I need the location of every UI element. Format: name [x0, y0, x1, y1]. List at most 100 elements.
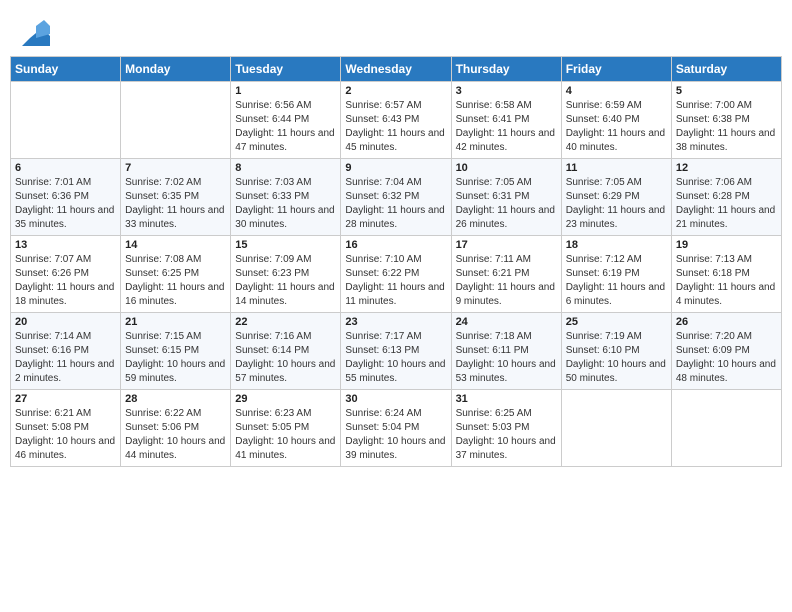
day-info: Sunrise: 7:10 AMSunset: 6:22 PMDaylight:…: [345, 253, 446, 309]
day-number: 13: [15, 239, 116, 251]
calendar-cell: 3 Sunrise: 6:58 AMSunset: 6:41 PMDaylight…: [451, 82, 561, 159]
day-info: Sunrise: 7:14 AMSunset: 6:16 PMDaylight:…: [15, 330, 116, 386]
calendar-cell: 21Sunrise: 7:15 AMSunset: 6:15 PMDayligh…: [121, 313, 231, 390]
day-info: Sunrise: 6:56 AMSunset: 6:44 PMDaylight:…: [235, 99, 336, 155]
calendar-cell: 23 Sunrise: 7:17 AMSunset: 6:13 PMDayligh…: [341, 313, 451, 390]
weekday-header: Monday: [121, 57, 231, 82]
day-number: 2: [345, 85, 446, 97]
day-info: Sunrise: 6:23 AMSunset: 5:05 PMDaylight:…: [235, 407, 336, 463]
calendar-cell: 6Sunrise: 7:01 AMSunset: 6:36 PMDaylight…: [11, 159, 121, 236]
day-number: 25: [566, 316, 667, 328]
logo: [20, 18, 50, 46]
day-number: 14: [125, 239, 226, 251]
calendar-table: SundayMondayTuesdayWednesdayThursdayFrid…: [10, 56, 782, 467]
day-number: 22: [235, 316, 336, 328]
calendar-cell: 5Sunrise: 7:00 AMSunset: 6:38 PMDaylight…: [671, 82, 781, 159]
day-number: 16: [345, 239, 446, 251]
day-number: 11: [566, 162, 667, 174]
day-info: Sunrise: 7:03 AMSunset: 6:33 PMDaylight:…: [235, 176, 336, 232]
calendar-cell: 8Sunrise: 7:03 AMSunset: 6:33 PMDaylight…: [231, 159, 341, 236]
calendar-cell: 1 Sunrise: 6:56 AMSunset: 6:44 PMDaylight…: [231, 82, 341, 159]
day-info: Sunrise: 6:57 AMSunset: 6:43 PMDaylight:…: [345, 99, 446, 155]
calendar-week-row: 13 Sunrise: 7:07 AMSunset: 6:26 PMDayligh…: [11, 236, 782, 313]
calendar-cell: [11, 82, 121, 159]
calendar-cell: 11 Sunrise: 7:05 AMSunset: 6:29 PMDayligh…: [561, 159, 671, 236]
day-info: Sunrise: 7:05 AMSunset: 6:31 PMDaylight:…: [456, 176, 557, 232]
calendar-cell: 18 Sunrise: 7:12 AMSunset: 6:19 PMDayligh…: [561, 236, 671, 313]
calendar-cell: 24Sunrise: 7:18 AMSunset: 6:11 PMDayligh…: [451, 313, 561, 390]
calendar-cell: [121, 82, 231, 159]
day-number: 26: [676, 316, 777, 328]
calendar-cell: 14 Sunrise: 7:08 AMSunset: 6:25 PMDayligh…: [121, 236, 231, 313]
calendar-week-row: 6Sunrise: 7:01 AMSunset: 6:36 PMDaylight…: [11, 159, 782, 236]
calendar-cell: 12 Sunrise: 7:06 AMSunset: 6:28 PMDayligh…: [671, 159, 781, 236]
day-number: 23: [345, 316, 446, 328]
day-info: Sunrise: 7:04 AMSunset: 6:32 PMDaylight:…: [345, 176, 446, 232]
calendar-cell: 27 Sunrise: 6:21 AMSunset: 5:08 PMDayligh…: [11, 390, 121, 467]
calendar-cell: 29 Sunrise: 6:23 AMSunset: 5:05 PMDayligh…: [231, 390, 341, 467]
weekday-header: Friday: [561, 57, 671, 82]
day-info: Sunrise: 7:13 AMSunset: 6:18 PMDaylight:…: [676, 253, 777, 309]
calendar-cell: 20 Sunrise: 7:14 AMSunset: 6:16 PMDayligh…: [11, 313, 121, 390]
day-number: 27: [15, 393, 116, 405]
day-info: Sunrise: 7:20 AMSunset: 6:09 PMDaylight:…: [676, 330, 777, 386]
day-info: Sunrise: 6:25 AMSunset: 5:03 PMDaylight:…: [456, 407, 557, 463]
day-number: 17: [456, 239, 557, 251]
day-number: 18: [566, 239, 667, 251]
day-info: Sunrise: 6:59 AMSunset: 6:40 PMDaylight:…: [566, 99, 667, 155]
day-info: Sunrise: 7:15 AMSunset: 6:15 PMDaylight:…: [125, 330, 226, 386]
day-number: 12: [676, 162, 777, 174]
day-info: Sunrise: 6:22 AMSunset: 5:06 PMDaylight:…: [125, 407, 226, 463]
day-number: 1: [235, 85, 336, 97]
calendar-cell: 26 Sunrise: 7:20 AMSunset: 6:09 PMDayligh…: [671, 313, 781, 390]
day-number: 29: [235, 393, 336, 405]
page-header: [10, 10, 782, 52]
calendar-cell: 4 Sunrise: 6:59 AMSunset: 6:40 PMDaylight…: [561, 82, 671, 159]
weekday-header: Wednesday: [341, 57, 451, 82]
day-info: Sunrise: 7:16 AMSunset: 6:14 PMDaylight:…: [235, 330, 336, 386]
calendar-cell: 19 Sunrise: 7:13 AMSunset: 6:18 PMDayligh…: [671, 236, 781, 313]
calendar-cell: 22 Sunrise: 7:16 AMSunset: 6:14 PMDayligh…: [231, 313, 341, 390]
day-info: Sunrise: 7:05 AMSunset: 6:29 PMDaylight:…: [566, 176, 667, 232]
logo-icon: [22, 18, 50, 46]
day-info: Sunrise: 7:00 AMSunset: 6:38 PMDaylight:…: [676, 99, 777, 155]
calendar-week-row: 1 Sunrise: 6:56 AMSunset: 6:44 PMDaylight…: [11, 82, 782, 159]
day-number: 31: [456, 393, 557, 405]
calendar-cell: 31 Sunrise: 6:25 AMSunset: 5:03 PMDayligh…: [451, 390, 561, 467]
day-info: Sunrise: 6:21 AMSunset: 5:08 PMDaylight:…: [15, 407, 116, 463]
day-info: Sunrise: 7:09 AMSunset: 6:23 PMDaylight:…: [235, 253, 336, 309]
calendar-cell: 17 Sunrise: 7:11 AMSunset: 6:21 PMDayligh…: [451, 236, 561, 313]
calendar-week-row: 20 Sunrise: 7:14 AMSunset: 6:16 PMDayligh…: [11, 313, 782, 390]
calendar-cell: [561, 390, 671, 467]
day-info: Sunrise: 7:17 AMSunset: 6:13 PMDaylight:…: [345, 330, 446, 386]
calendar-cell: 30 Sunrise: 6:24 AMSunset: 5:04 PMDayligh…: [341, 390, 451, 467]
day-info: Sunrise: 6:58 AMSunset: 6:41 PMDaylight:…: [456, 99, 557, 155]
calendar-cell: 16 Sunrise: 7:10 AMSunset: 6:22 PMDayligh…: [341, 236, 451, 313]
calendar-cell: 13 Sunrise: 7:07 AMSunset: 6:26 PMDayligh…: [11, 236, 121, 313]
day-info: Sunrise: 7:12 AMSunset: 6:19 PMDaylight:…: [566, 253, 667, 309]
calendar-cell: 28Sunrise: 6:22 AMSunset: 5:06 PMDayligh…: [121, 390, 231, 467]
day-number: 3: [456, 85, 557, 97]
calendar-cell: 7 Sunrise: 7:02 AMSunset: 6:35 PMDaylight…: [121, 159, 231, 236]
day-number: 9: [345, 162, 446, 174]
calendar-cell: 9 Sunrise: 7:04 AMSunset: 6:32 PMDaylight…: [341, 159, 451, 236]
day-number: 4: [566, 85, 667, 97]
day-info: Sunrise: 7:07 AMSunset: 6:26 PMDaylight:…: [15, 253, 116, 309]
calendar-week-row: 27 Sunrise: 6:21 AMSunset: 5:08 PMDayligh…: [11, 390, 782, 467]
day-info: Sunrise: 6:24 AMSunset: 5:04 PMDaylight:…: [345, 407, 446, 463]
day-number: 7: [125, 162, 226, 174]
day-info: Sunrise: 7:08 AMSunset: 6:25 PMDaylight:…: [125, 253, 226, 309]
day-info: Sunrise: 7:11 AMSunset: 6:21 PMDaylight:…: [456, 253, 557, 309]
day-number: 10: [456, 162, 557, 174]
weekday-header: Thursday: [451, 57, 561, 82]
day-number: 30: [345, 393, 446, 405]
day-number: 20: [15, 316, 116, 328]
calendar-cell: 10 Sunrise: 7:05 AMSunset: 6:31 PMDayligh…: [451, 159, 561, 236]
day-number: 15: [235, 239, 336, 251]
day-number: 6: [15, 162, 116, 174]
weekday-header: Tuesday: [231, 57, 341, 82]
calendar-cell: 2 Sunrise: 6:57 AMSunset: 6:43 PMDaylight…: [341, 82, 451, 159]
day-number: 19: [676, 239, 777, 251]
day-info: Sunrise: 7:06 AMSunset: 6:28 PMDaylight:…: [676, 176, 777, 232]
day-info: Sunrise: 7:02 AMSunset: 6:35 PMDaylight:…: [125, 176, 226, 232]
